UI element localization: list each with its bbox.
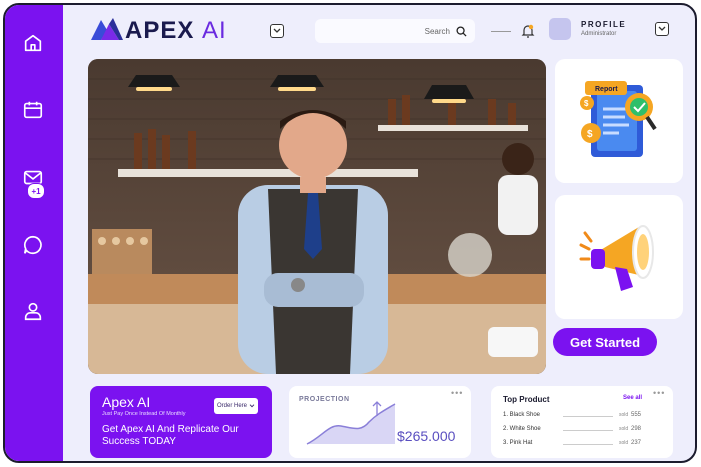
chat-icon[interactable] [21,233,45,257]
report-icon: Report $ $ [580,81,657,157]
order-here-button[interactable]: Order Here [214,398,258,414]
search-icon[interactable] [456,25,467,37]
see-all-link[interactable]: See all [623,395,642,401]
projection-area-chart [306,401,396,445]
search-input[interactable]: Search [315,19,475,43]
sold-label: sold [619,440,629,446]
profile-menu-button[interactable] [655,22,669,36]
profile-name: PROFILE [581,20,627,29]
list-item[interactable]: 1. Black Shoe sold 555 [503,412,663,422]
header: APEX AI Search PROFILE Administrator [63,5,695,55]
promo-title: Apex AI [102,394,151,410]
app-window: +1 APEX AI Search PROFILE Administrator … [3,3,697,463]
divider-line [563,430,613,431]
brand-menu-button[interactable] [270,24,284,38]
sold-label: sold [619,426,629,432]
profile-role: Administrator [581,31,617,37]
report-card[interactable]: Report $ $ [555,59,683,183]
product-name: 1. Black Shoe [503,412,541,418]
sidebar: +1 [5,5,63,461]
avatar[interactable] [549,18,571,40]
apex-logo-icon [91,18,123,40]
more-options-icon[interactable]: ••• [653,388,665,398]
search-placeholder: Search [424,26,450,36]
get-started-button[interactable]: Get Started [553,328,657,356]
more-options-icon[interactable]: ••• [451,388,463,398]
hero-photo [88,59,546,374]
product-name: 2. White Shoe [503,426,541,432]
list-item[interactable]: 2. White Shoe sold 298 [503,426,663,436]
projection-value: $265.000 [397,428,456,444]
brand-name: APEX [125,17,195,44]
chevron-down-icon [249,404,255,408]
chevron-down-icon [658,26,666,31]
projection-card: PROJECTION ••• $265.000 [289,386,471,458]
list-item[interactable]: 3. Pink Hat sold 237 [503,440,663,450]
top-product-card: Top Product See all ••• 1. Black Shoe so… [491,386,673,458]
announcement-card[interactable] [555,195,683,319]
user-icon[interactable] [21,299,45,323]
top-product-title: Top Product [503,395,550,404]
sold-label: sold [619,412,629,418]
promo-subtitle: Just Pay Once Instead Of Monthly [102,411,186,417]
product-name: 3. Pink Hat [503,440,533,446]
order-here-label: Order Here [216,403,247,409]
product-count: 298 [631,426,642,432]
megaphone-icon [579,225,654,291]
svg-text:$: $ [587,129,593,140]
header-divider [491,31,511,32]
brand-suffix: AI [202,17,227,44]
divider-line [563,444,613,445]
barista-image [88,59,546,374]
calendar-icon[interactable] [21,98,45,122]
divider-line [563,416,613,417]
svg-text:Report: Report [595,86,618,93]
promo-cta-text: Get Apex AI And Replicate Our Success TO… [102,424,239,447]
product-count: 237 [631,440,642,446]
brand-logo: APEX AI [125,17,227,45]
chevron-down-icon [273,28,281,33]
notification-badge: +1 [27,183,45,199]
product-count: 555 [631,412,642,418]
promo-card: Apex AI Just Pay Once Instead Of Monthly… [90,386,272,458]
svg-text:$: $ [584,99,589,108]
notification-bell-icon[interactable] [521,23,535,39]
home-icon[interactable] [21,31,45,55]
